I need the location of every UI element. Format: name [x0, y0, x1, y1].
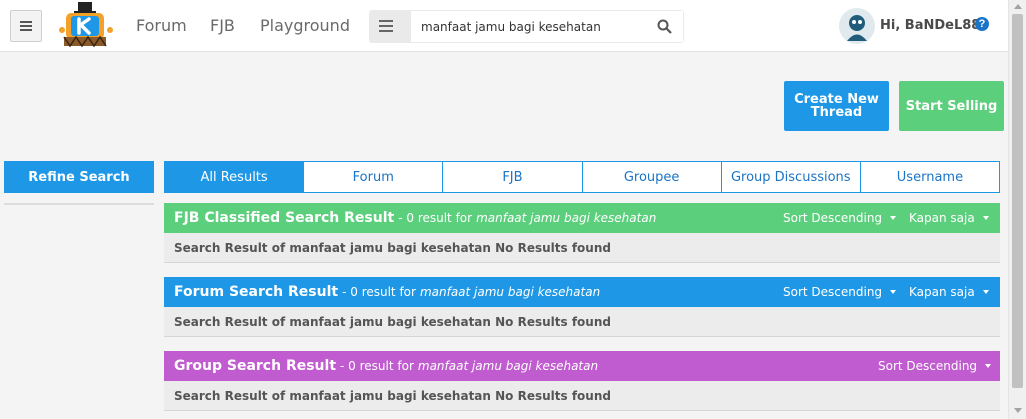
- tab-group-discussions[interactable]: Group Discussions: [722, 162, 861, 192]
- fjb-result-title: FJB Classified Search Result: [174, 210, 395, 226]
- chevron-down-icon: [890, 216, 897, 220]
- forum-result-query: manfaat jamu bagi kesehatan: [419, 285, 601, 299]
- chevron-down-icon: [985, 364, 992, 368]
- forum-result-title: Forum Search Result: [174, 284, 339, 300]
- forum-sort-label: Sort Descending: [783, 285, 883, 299]
- page-scrollbar[interactable]: [1008, 0, 1026, 419]
- user-avatar-icon: [847, 15, 867, 41]
- forum-result-count: - 0 result for: [342, 285, 416, 299]
- fjb-result-header: FJB Classified Search Result - 0 result …: [164, 203, 1000, 233]
- forum-result-header: Forum Search Result - 0 result for manfa…: [164, 277, 1000, 307]
- create-new-thread-button[interactable]: Create New Thread: [784, 81, 889, 131]
- tab-groupee[interactable]: Groupee: [583, 162, 722, 192]
- tab-forum[interactable]: Forum: [304, 162, 444, 192]
- search-icon[interactable]: [657, 19, 672, 34]
- group-result-title: Group Search Result: [174, 358, 337, 374]
- sidebar-divider: [4, 203, 154, 205]
- tab-all-results[interactable]: All Results: [165, 162, 305, 192]
- chevron-down-icon: [982, 216, 989, 220]
- scroll-down-arrow-icon[interactable]: [1014, 408, 1022, 413]
- refine-search-button[interactable]: Refine Search: [4, 161, 154, 193]
- tab-fjb[interactable]: FJB: [443, 162, 583, 192]
- fjb-time-label: Kapan saja: [909, 211, 975, 225]
- group-result-query: manfaat jamu bagi kesehatan: [417, 359, 599, 373]
- scroll-up-arrow-icon[interactable]: [1014, 4, 1022, 9]
- hamburger-icon: [20, 21, 32, 31]
- group-result-count: - 0 result for: [340, 359, 414, 373]
- fjb-sort-label: Sort Descending: [783, 211, 883, 225]
- group-sort-label: Sort Descending: [878, 359, 978, 373]
- result-tabs: All Results Forum FJB Groupee Group Disc…: [164, 161, 1000, 193]
- user-avatar[interactable]: [839, 8, 875, 44]
- forum-time-label: Kapan saja: [909, 285, 975, 299]
- fjb-result-count: - 0 result for: [398, 211, 473, 225]
- forum-result-body: Search Result of manfaat jamu bagi keseh…: [164, 307, 1000, 337]
- user-greeting[interactable]: Hi, BaNDeL88: [880, 18, 980, 33]
- top-navbar: Forum FJB Playground Hi, BaNDeL88 ?: [0, 0, 1008, 52]
- nav-playground-link[interactable]: Playground: [260, 16, 350, 35]
- nav-forum-link[interactable]: Forum: [136, 16, 187, 35]
- fjb-time-dropdown[interactable]: Kapan saja: [909, 211, 989, 225]
- search-bar: [369, 10, 684, 43]
- group-sort-dropdown[interactable]: Sort Descending: [878, 359, 992, 373]
- kaskus-logo[interactable]: [58, 2, 114, 50]
- chevron-down-icon: [982, 290, 989, 294]
- start-selling-button[interactable]: Start Selling: [899, 81, 1004, 131]
- hamburger-menu-button[interactable]: [10, 10, 42, 42]
- tab-username[interactable]: Username: [861, 162, 999, 192]
- chevron-down-icon: [890, 290, 897, 294]
- fjb-result-query: manfaat jamu bagi kesehatan: [476, 211, 657, 225]
- help-icon[interactable]: ?: [975, 17, 989, 31]
- search-input[interactable]: [411, 11, 683, 42]
- fjb-sort-dropdown[interactable]: Sort Descending: [783, 211, 897, 225]
- forum-sort-dropdown[interactable]: Sort Descending: [783, 285, 897, 299]
- search-category-menu-icon[interactable]: [379, 19, 393, 33]
- scrollbar-thumb[interactable]: [1012, 14, 1023, 388]
- nav-fjb-link[interactable]: FJB: [210, 16, 235, 35]
- fjb-result-body: Search Result of manfaat jamu bagi keseh…: [164, 233, 1000, 263]
- forum-time-dropdown[interactable]: Kapan saja: [909, 285, 989, 299]
- group-result-header: Group Search Result - 0 result for manfa…: [164, 351, 1000, 381]
- group-result-body: Search Result of manfaat jamu bagi keseh…: [164, 381, 1000, 411]
